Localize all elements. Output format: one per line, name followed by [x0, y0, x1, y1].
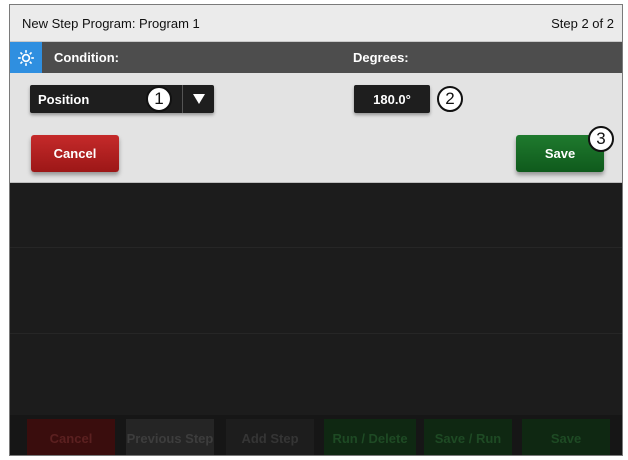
title-bar: New Step Program: Program 1 Step 2 of 2 — [10, 5, 622, 42]
triangle-down-icon — [192, 94, 205, 104]
condition-label: Condition: — [54, 50, 119, 65]
footer-cancel-button[interactable]: Cancel — [27, 419, 115, 455]
callout-1: 1 — [146, 86, 172, 112]
condition-panel: Position 1 180.0° 2 Cancel Save 3 — [10, 73, 622, 183]
degrees-value: 180.0° — [373, 91, 411, 107]
window-title: New Step Program: Program 1 — [22, 16, 200, 31]
footer-run-delete-button[interactable]: Run / Delete — [324, 419, 416, 455]
dropdown-arrow-button[interactable] — [183, 85, 214, 113]
callout-3: 3 — [588, 126, 614, 152]
steps-list-area — [10, 183, 622, 415]
degrees-label: Degrees: — [353, 50, 409, 65]
step-indicator: Step 2 of 2 — [551, 16, 614, 31]
condition-select-value: Position — [38, 92, 90, 107]
row-divider — [10, 247, 622, 248]
footer-toolbar: Cancel Previous Step Add Step Run / Dele… — [10, 415, 622, 455]
footer-save-run-button[interactable]: Save / Run — [424, 419, 512, 455]
footer-previous-step-button[interactable]: Previous Step — [126, 419, 214, 455]
degrees-input[interactable]: 180.0° — [354, 85, 430, 113]
callout-2: 2 — [437, 86, 463, 112]
footer-add-step-button[interactable]: Add Step — [226, 419, 314, 455]
field-header-bar: Condition: Degrees: — [10, 42, 622, 73]
settings-button[interactable] — [10, 42, 42, 73]
condition-select[interactable]: Position — [30, 85, 214, 113]
gear-icon — [18, 49, 34, 66]
row-divider — [10, 333, 622, 334]
step-program-window: New Step Program: Program 1 Step 2 of 2 … — [9, 4, 623, 456]
cancel-button[interactable]: Cancel — [31, 135, 119, 172]
footer-save-button[interactable]: Save — [522, 419, 610, 455]
